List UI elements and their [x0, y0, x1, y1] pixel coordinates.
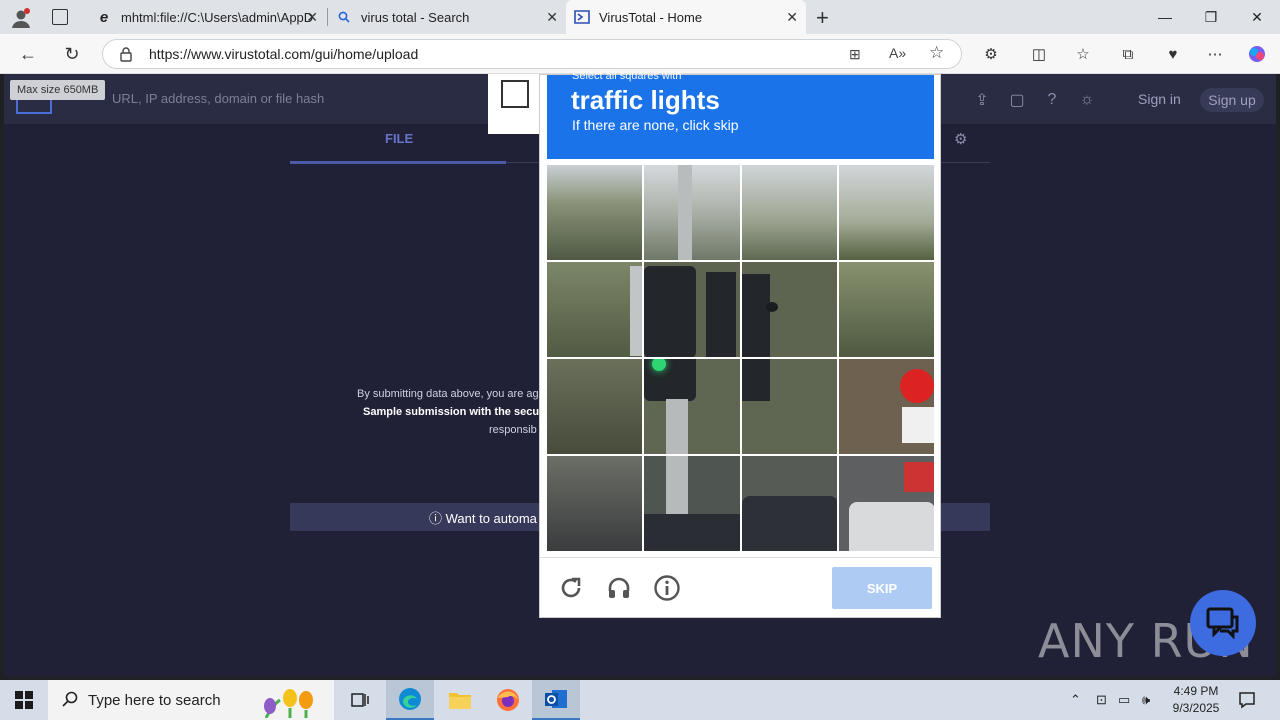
- captcha-tile[interactable]: [741, 262, 837, 357]
- clock-date: 9/3/2025: [1172, 701, 1220, 715]
- tab-actions-icon[interactable]: [52, 9, 68, 25]
- captcha-tile[interactable]: [838, 359, 934, 454]
- reload-icon[interactable]: [556, 573, 586, 603]
- windows-start-icon[interactable]: [0, 680, 48, 720]
- captcha-tile[interactable]: [838, 165, 934, 260]
- captcha-tile[interactable]: [547, 456, 643, 551]
- captcha-tile[interactable]: [741, 165, 837, 260]
- info-icon[interactable]: [652, 573, 682, 603]
- favorite-star-icon[interactable]: ☆: [929, 43, 944, 63]
- captcha-anchor: [488, 74, 540, 134]
- captcha-tile[interactable]: [547, 262, 643, 357]
- browser-tab-bar: e mhtml:file://C:\Users\admin\AppD ✕ vir…: [0, 0, 1280, 34]
- task-view-icon[interactable]: [336, 680, 384, 720]
- captcha-instruction: Select all squares with: [572, 70, 682, 82]
- show-hidden-icons[interactable]: ⌃: [1070, 680, 1081, 720]
- url-text: https://www.virustotal.com/gui/home/uplo…: [149, 46, 419, 62]
- captcha-tile[interactable]: [547, 165, 643, 260]
- tab-file[interactable]: FILE: [385, 131, 413, 146]
- close-window-button[interactable]: ✕: [1234, 0, 1280, 34]
- captcha-tile[interactable]: [644, 456, 740, 551]
- captcha-subtitle: If there are none, click skip: [572, 117, 739, 133]
- captcha-tile[interactable]: [741, 456, 837, 551]
- close-icon[interactable]: ✕: [546, 9, 558, 26]
- captcha-tile[interactable]: [644, 359, 740, 454]
- captcha-header: Select all squares with traffic lights I…: [547, 70, 934, 159]
- outlook-icon[interactable]: [532, 680, 580, 720]
- collections-icon[interactable]: ⧉: [1117, 44, 1139, 64]
- tab-title: virus total - Search: [361, 9, 470, 25]
- file-explorer-icon[interactable]: [436, 680, 484, 720]
- upload-icon[interactable]: ⇪: [972, 90, 992, 110]
- search-icon: [336, 9, 352, 25]
- captcha-divider: [540, 557, 940, 558]
- more-icon[interactable]: ⋯: [1204, 44, 1226, 64]
- captcha-tile[interactable]: [838, 456, 934, 551]
- read-aloud-icon[interactable]: A»: [889, 45, 906, 61]
- close-icon[interactable]: ✕: [786, 9, 798, 26]
- help-icon[interactable]: ?: [1042, 90, 1062, 110]
- signin-link[interactable]: Sign in: [1138, 91, 1181, 107]
- terms-text-1: By submitting data above, you are ag: [357, 388, 539, 400]
- lock-icon[interactable]: [119, 46, 133, 67]
- captcha-tile[interactable]: [838, 262, 934, 357]
- network-icon[interactable]: ▭: [1118, 680, 1130, 720]
- captcha-challenge: Select all squares with traffic lights I…: [539, 70, 941, 618]
- url-field[interactable]: https://www.virustotal.com/gui/home/uplo…: [102, 39, 962, 69]
- vt-search-input[interactable]: URL, IP address, domain or file hash: [112, 91, 324, 106]
- max-size-tooltip: Max size 650MB: [10, 80, 106, 100]
- notifications-icon[interactable]: ▢: [1007, 90, 1027, 110]
- taskbar: Type here to search ⌃ ⊡ ▭ 🕪 4:49 PM 9/3/…: [0, 680, 1280, 720]
- ie-icon: e: [99, 8, 109, 26]
- tab-virustotal-home[interactable]: VirusTotal - Home ✕: [566, 0, 806, 34]
- back-button[interactable]: ←: [14, 42, 42, 66]
- theme-icon[interactable]: ☼: [1077, 90, 1097, 110]
- tab-file-underline: [290, 161, 506, 164]
- extensions-icon[interactable]: ⚙: [980, 44, 1002, 64]
- restore-button[interactable]: ❐: [1188, 0, 1234, 34]
- browser-essentials-icon[interactable]: ♥: [1162, 44, 1184, 64]
- chat-icon[interactable]: [1190, 590, 1256, 656]
- copilot-icon[interactable]: [1246, 44, 1268, 64]
- automate-text: ⓘ Want to automa: [429, 510, 537, 526]
- tulips-icon: [256, 684, 326, 719]
- captcha-target: traffic lights: [571, 85, 720, 115]
- advanced-search-icon[interactable]: ⚙: [954, 130, 974, 148]
- favorites-icon[interactable]: ☆: [1072, 44, 1094, 64]
- volume-icon[interactable]: 🕪: [1142, 680, 1150, 720]
- split-screen-icon[interactable]: ◫: [1028, 44, 1050, 64]
- tab-virus-total-search[interactable]: virus total - Search ✕: [328, 0, 566, 34]
- skip-button[interactable]: SKIP: [832, 567, 932, 609]
- close-icon[interactable]: ✕: [306, 9, 318, 26]
- firefox-icon[interactable]: [484, 680, 532, 720]
- captcha-tile[interactable]: [741, 359, 837, 454]
- taskbar-search-input[interactable]: Type here to search: [48, 680, 334, 720]
- terms-text-3: responsib: [489, 424, 537, 436]
- captcha-grid: [547, 165, 934, 551]
- network-device-icon[interactable]: ⊡: [1096, 680, 1107, 720]
- taskbar-clock[interactable]: 4:49 PM 9/3/2025: [1168, 683, 1224, 717]
- captcha-tile[interactable]: [547, 359, 643, 454]
- app-available-icon[interactable]: ⊞: [849, 46, 861, 63]
- search-icon: [62, 691, 78, 711]
- signup-button[interactable]: Sign up: [1200, 88, 1264, 112]
- notifications-icon[interactable]: [1238, 680, 1256, 720]
- profile-icon[interactable]: [10, 7, 32, 29]
- clock-time: 4:49 PM: [1173, 684, 1219, 698]
- address-bar-row: ← ↻ https://www.virustotal.com/gui/home/…: [0, 34, 1280, 74]
- terms-text-2: Sample submission with the secu: [363, 406, 540, 418]
- captcha-tile[interactable]: [644, 165, 740, 260]
- refresh-button[interactable]: ↻: [58, 42, 86, 66]
- minimize-button[interactable]: —: [1142, 0, 1188, 34]
- captcha-checkbox[interactable]: [501, 80, 529, 108]
- tab-title: mhtml:file://C:\Users\admin\AppD: [121, 9, 314, 25]
- tab-title: VirusTotal - Home: [599, 9, 703, 25]
- captcha-tile[interactable]: [644, 262, 740, 357]
- virustotal-icon: [574, 9, 590, 25]
- taskbar-search-text: Type here to search: [88, 691, 221, 709]
- audio-challenge-icon[interactable]: [604, 573, 634, 603]
- edge-taskbar-icon[interactable]: [386, 680, 434, 720]
- tab-mhtml[interactable]: e mhtml:file://C:\Users\admin\AppD ✕: [88, 0, 326, 34]
- new-tab-button[interactable]: +: [816, 5, 829, 31]
